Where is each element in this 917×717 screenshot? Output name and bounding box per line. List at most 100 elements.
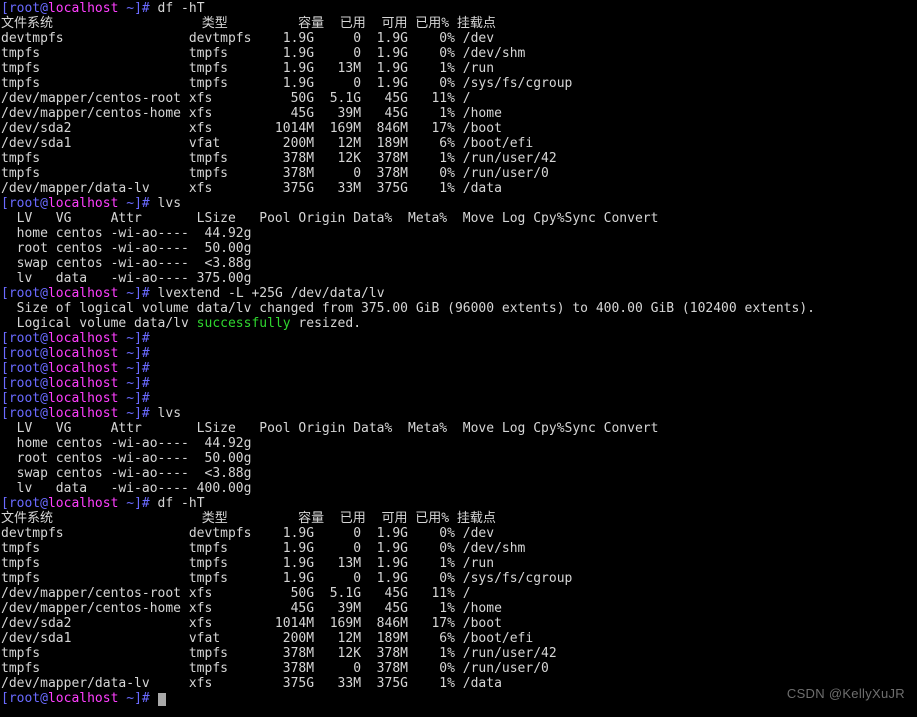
- prompt-at: @: [40, 361, 48, 376]
- resized-success-keyword: successfully: [196, 316, 291, 331]
- prompt-at: @: [40, 376, 48, 391]
- prompt-at: @: [40, 406, 48, 421]
- prompt-open-bracket: [: [1, 196, 9, 211]
- prompt-open-bracket: [: [1, 346, 9, 361]
- df-header-row-after: 文件系统 类型 容量 已用 可用 已用% 挂载点: [1, 511, 496, 526]
- table-row: swap centos -wi-ao---- <3.88g: [1, 256, 252, 271]
- terminal-window[interactable]: [root@localhost ~]# df -hT 文件系统 类型 容量 已用…: [0, 0, 917, 717]
- resized-prefix: Logical volume data/lv: [1, 316, 197, 331]
- table-row: tmpfs tmpfs 1.9G 0 1.9G 0% /sys/fs/cgrou…: [1, 571, 573, 586]
- table-row: tmpfs tmpfs 1.9G 0 1.9G 0% /sys/fs/cgrou…: [1, 76, 573, 91]
- table-row: tmpfs tmpfs 1.9G 13M 1.9G 1% /run: [1, 556, 495, 571]
- prompt-host: localhost: [47, 1, 119, 16]
- table-row: /dev/mapper/centos-root xfs 50G 5.1G 45G…: [1, 586, 471, 601]
- prompt-host: localhost: [47, 196, 119, 211]
- lvs-header-row-after: LV VG Attr LSize Pool Origin Data% Meta%…: [1, 421, 659, 436]
- prompt-tail: ~]#: [118, 391, 150, 406]
- prompt-open-bracket: [: [1, 391, 9, 406]
- prompt-host: localhost: [47, 391, 119, 406]
- prompt-user: root: [8, 196, 41, 211]
- command-line-df-before: [root@localhost ~]# df -hT: [1, 1, 917, 16]
- table-row: lv data -wi-ao---- 375.00g: [1, 271, 252, 286]
- prompt-host: localhost: [47, 361, 119, 376]
- lvextend-resized-line: Logical volume data/lv successfully resi…: [1, 316, 917, 331]
- table-row: root centos -wi-ao---- 50.00g: [1, 241, 252, 256]
- command-text-lvs: lvs: [149, 406, 182, 421]
- prompt-user: root: [8, 346, 41, 361]
- prompt-tail: ~]#: [118, 376, 150, 391]
- table-row: tmpfs tmpfs 1.9G 0 1.9G 0% /dev/shm: [1, 541, 526, 556]
- table-row: /dev/sda2 xfs 1014M 169M 846M 17% /boot: [1, 616, 502, 631]
- table-row: lv data -wi-ao---- 400.00g: [1, 481, 252, 496]
- table-row: devtmpfs devtmpfs 1.9G 0 1.9G 0% /dev: [1, 526, 495, 541]
- prompt-user: root: [8, 1, 41, 16]
- table-row: /dev/sda1 vfat 200M 12M 189M 6% /boot/ef…: [1, 136, 534, 151]
- table-row: /dev/mapper/centos-home xfs 45G 39M 45G …: [1, 601, 502, 616]
- table-row: tmpfs tmpfs 378M 12K 378M 1% /run/user/4…: [1, 151, 557, 166]
- command-input-spacer: [150, 691, 158, 706]
- command-line-empty: [root@localhost ~]#: [1, 376, 917, 391]
- prompt-tail: ~]#: [118, 1, 150, 16]
- resized-suffix: resized.: [290, 316, 362, 331]
- df-header-row-before: 文件系统 类型 容量 已用 可用 已用% 挂载点: [1, 16, 496, 31]
- prompt-user: root: [8, 406, 41, 421]
- prompt-tail: ~]#: [118, 331, 150, 346]
- prompt-tail: ~]#: [118, 496, 150, 511]
- prompt-at: @: [40, 196, 48, 211]
- prompt-tail: ~]#: [118, 691, 150, 706]
- prompt-open-bracket: [: [1, 1, 9, 16]
- prompt-at: @: [40, 331, 48, 346]
- prompt-tail: ~]#: [118, 406, 150, 421]
- prompt-open-bracket: [: [1, 376, 9, 391]
- command-line-lvextend: [root@localhost ~]# lvextend -L +25G /de…: [1, 286, 917, 301]
- prompt-tail: ~]#: [118, 361, 150, 376]
- prompt-at: @: [40, 286, 48, 301]
- prompt-open-bracket: [: [1, 361, 9, 376]
- command-line-empty: [root@localhost ~]#: [1, 391, 917, 406]
- prompt-open-bracket: [: [1, 496, 9, 511]
- prompt-host: localhost: [47, 331, 119, 346]
- table-row: tmpfs tmpfs 378M 12K 378M 1% /run/user/4…: [1, 646, 557, 661]
- table-row: /dev/mapper/data-lv xfs 375G 33M 375G 1%…: [1, 676, 502, 691]
- prompt-tail: ~]#: [118, 346, 150, 361]
- prompt-host: localhost: [47, 691, 119, 706]
- prompt-host: localhost: [47, 406, 119, 421]
- command-text-lvextend: lvextend -L +25G /dev/data/lv: [149, 286, 385, 301]
- prompt-at: @: [40, 391, 48, 406]
- table-row: tmpfs tmpfs 1.9G 13M 1.9G 1% /run: [1, 61, 495, 76]
- text-cursor[interactable]: [157, 693, 166, 706]
- table-row: /dev/mapper/centos-home xfs 45G 39M 45G …: [1, 106, 502, 121]
- prompt-at: @: [40, 346, 48, 361]
- prompt-tail: ~]#: [118, 286, 150, 301]
- lvextend-size-changed-line: Size of logical volume data/lv changed f…: [1, 301, 815, 316]
- prompt-open-bracket: [: [1, 331, 9, 346]
- prompt-host: localhost: [47, 346, 119, 361]
- command-line-lvs-after: [root@localhost ~]# lvs: [1, 406, 917, 421]
- prompt-open-bracket: [: [1, 406, 9, 421]
- prompt-open-bracket: [: [1, 286, 9, 301]
- command-line-active[interactable]: [root@localhost ~]#: [1, 691, 917, 706]
- command-line-lvs-before: [root@localhost ~]# lvs: [1, 196, 917, 211]
- table-row: home centos -wi-ao---- 44.92g: [1, 436, 252, 451]
- prompt-user: root: [8, 376, 41, 391]
- command-line-empty: [root@localhost ~]#: [1, 346, 917, 361]
- prompt-user: root: [8, 391, 41, 406]
- prompt-tail: ~]#: [118, 196, 150, 211]
- prompt-host: localhost: [47, 286, 119, 301]
- table-row: /dev/mapper/centos-root xfs 50G 5.1G 45G…: [1, 91, 471, 106]
- table-row: swap centos -wi-ao---- <3.88g: [1, 466, 252, 481]
- prompt-host: localhost: [47, 496, 119, 511]
- table-row: tmpfs tmpfs 378M 0 378M 0% /run/user/0: [1, 166, 549, 181]
- lvs-header-row-before: LV VG Attr LSize Pool Origin Data% Meta%…: [1, 211, 659, 226]
- blank-prompt-group: [root@localhost ~]# [root@localhost ~]# [r…: [1, 331, 917, 406]
- prompt-user: root: [8, 286, 41, 301]
- prompt-at: @: [40, 691, 48, 706]
- prompt-host: localhost: [47, 376, 119, 391]
- prompt-user: root: [8, 691, 41, 706]
- command-line-df-after: [root@localhost ~]# df -hT: [1, 496, 917, 511]
- prompt-user: root: [8, 331, 41, 346]
- prompt-user: root: [8, 361, 41, 376]
- table-row: /dev/mapper/data-lv xfs 375G 33M 375G 1%…: [1, 181, 502, 196]
- command-line-empty: [root@localhost ~]#: [1, 361, 917, 376]
- table-row: tmpfs tmpfs 378M 0 378M 0% /run/user/0: [1, 661, 549, 676]
